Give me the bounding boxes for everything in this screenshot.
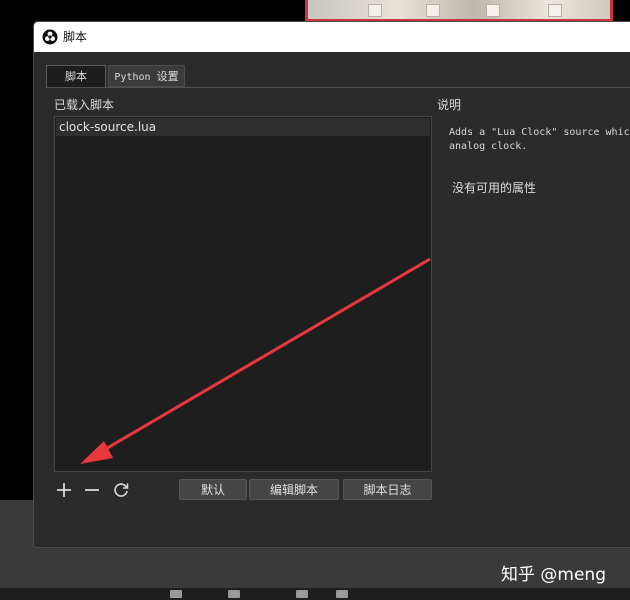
background-preview-image <box>305 0 613 22</box>
loaded-scripts-label: 已载入脚本 <box>54 98 115 112</box>
strip-icon <box>228 590 240 598</box>
window-title: 脚本 <box>63 30 88 44</box>
tab-scripts[interactable]: 脚本 <box>46 65 106 87</box>
reload-script-refresh-icon[interactable] <box>112 481 130 499</box>
script-description: Adds a "Lua Clock" source whic analog cl… <box>449 127 630 152</box>
strip-icon <box>170 590 182 598</box>
title-bar[interactable]: 脚本 <box>34 22 630 52</box>
script-list-item[interactable]: clock-source.lua <box>56 118 430 136</box>
edit-script-button[interactable]: 编辑脚本 <box>249 479 339 500</box>
script-log-button[interactable]: 脚本日志 <box>343 479 432 500</box>
tab-python-settings[interactable]: Python 设置 <box>108 65 185 87</box>
watermark-text: 知乎 @meng <box>501 565 606 585</box>
strip-icon <box>336 590 348 598</box>
remove-script-minus-icon[interactable] <box>83 481 101 499</box>
strip-icon <box>296 590 308 598</box>
tab-settings-label: 设置 <box>156 70 179 83</box>
tab-python-label: Python <box>114 72 151 83</box>
script-list[interactable]: clock-source.lua <box>54 116 432 472</box>
defaults-button[interactable]: 默认 <box>179 479 247 500</box>
obs-app-icon <box>42 29 58 45</box>
tab-divider <box>46 87 630 88</box>
scripts-dialog: 脚本 脚本 Python 设置 已载入脚本 说明 clock-source.lu… <box>33 21 630 548</box>
description-label: 说明 <box>437 98 462 112</box>
background-toolbar-strip <box>0 588 630 600</box>
no-properties-text: 没有可用的属性 <box>452 181 537 195</box>
add-script-plus-icon[interactable] <box>55 481 73 499</box>
